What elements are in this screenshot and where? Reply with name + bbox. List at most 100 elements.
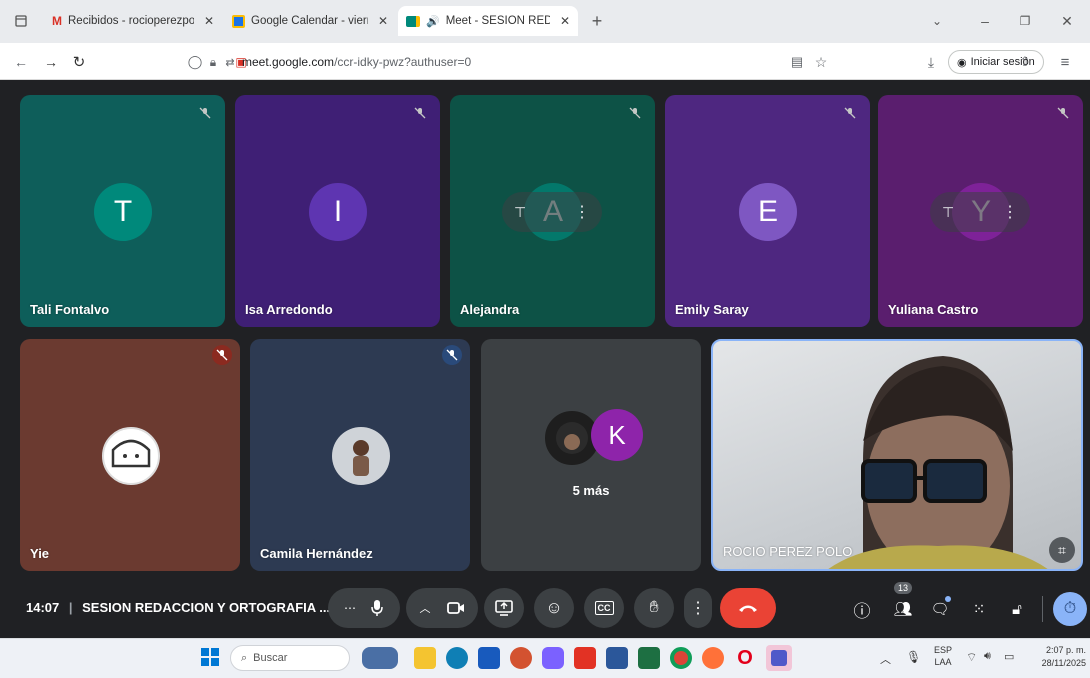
captions-button[interactable]: CC [584, 588, 624, 628]
participant-tile[interactable]: Camila Hernández [250, 339, 470, 571]
acrobat-icon[interactable] [574, 647, 596, 669]
more-options-button[interactable]: ⋮ [684, 588, 712, 628]
windows-start-icon[interactable] [200, 647, 222, 669]
more-options-icon[interactable]: ⋮ [574, 202, 590, 222]
meeting-details-button[interactable]: ⓘ [847, 594, 877, 624]
restore-icon[interactable]: ❐ [1010, 6, 1040, 36]
participant-tile[interactable]: Yie [20, 339, 240, 571]
store-icon[interactable] [606, 647, 628, 669]
back-icon[interactable]: ← [6, 47, 36, 77]
notification-dot [945, 596, 951, 602]
download-icon[interactable]: ⤓ [916, 47, 946, 77]
file-explorer-icon[interactable] [414, 647, 436, 669]
muted-mic-icon [410, 103, 430, 123]
menu-icon[interactable]: ≡ [1050, 47, 1080, 77]
close-tab-icon[interactable]: ✕ [204, 14, 214, 28]
signin-button[interactable]: ◉ Iniciar sesión [948, 50, 1044, 74]
tab-actions-icon[interactable] [6, 6, 36, 36]
muted-mic-icon [195, 103, 215, 123]
bookmark-star-icon[interactable]: ☆ [806, 47, 836, 77]
teams-icon[interactable] [766, 645, 792, 671]
copilot-icon[interactable] [542, 647, 564, 669]
wifi-icon[interactable]: ⌔ [966, 650, 977, 665]
timer-button[interactable]: ⏱︎ [1053, 592, 1087, 626]
participant-tile[interactable]: T Tali Fontalvo [20, 95, 225, 327]
tab-gmail[interactable]: M Recibidos - rocioperezpolo654’ ✕ [44, 6, 222, 36]
chat-button[interactable]: 🗨︎ [925, 594, 955, 624]
clock-date: 28/11/2025 [1041, 658, 1086, 668]
muted-mic-icon [1053, 103, 1073, 123]
participant-name: Camila Hernández [260, 546, 373, 561]
chevron-up-icon[interactable]: ︿ [880, 651, 891, 667]
camera-button[interactable]: ︿ [406, 588, 478, 628]
crop-icon[interactable]: ⌗ [1049, 537, 1075, 563]
tab-list-icon[interactable]: ⌄ [922, 6, 952, 36]
chat-icon: 🗨︎ [930, 601, 950, 618]
close-tab-icon[interactable]: ✕ [378, 14, 388, 28]
meeting-info: 14:07 | SESION REDACCION Y ORTOGRAFIA ..… [26, 600, 331, 615]
people-icon: 👥︎ [893, 601, 913, 618]
participant-tile[interactable]: Y ⊤ ⋮ Yuliana Castro [878, 95, 1083, 327]
raise-hand-button[interactable]: ✋︎ [634, 588, 674, 628]
more-participants-tile[interactable]: K 5 más [481, 339, 701, 571]
participant-name: Emily Saray [675, 302, 749, 317]
avatar: K [591, 409, 643, 461]
battery-icon[interactable]: ▭ [1004, 650, 1014, 663]
address-bar: ← → ↻ ◯ 🔒︎ ⇄ ▣ meet.google.com/ccr-idky-… [0, 43, 1090, 80]
people-button[interactable]: 👥︎ 13 [888, 582, 918, 624]
participant-name: Tali Fontalvo [30, 302, 110, 317]
host-controls-button[interactable]: 🔓︎ [1002, 594, 1032, 624]
more-participants-label: 5 más [572, 483, 610, 498]
hand-icon: ✋︎ [649, 599, 659, 616]
activities-button[interactable]: ⁙ [964, 594, 994, 624]
participant-tile[interactable]: I Isa Arredondo [235, 95, 440, 327]
minimize-icon[interactable]: – [970, 6, 1000, 36]
participant-tile[interactable]: E Emily Saray [665, 95, 870, 327]
powerpoint-icon[interactable] [510, 647, 532, 669]
avatar: I [309, 183, 367, 241]
close-tab-icon[interactable]: ✕ [560, 14, 570, 28]
language-indicator[interactable]: ESP LAA [934, 644, 952, 668]
excel-icon[interactable] [638, 647, 660, 669]
pin-icon[interactable]: ⊤ [514, 204, 526, 221]
reload-icon[interactable]: ↻ [64, 47, 94, 77]
mic-button[interactable]: ⋯ [328, 588, 400, 628]
leave-call-button[interactable] [720, 588, 776, 628]
more-options-icon[interactable]: ⋮ [1002, 202, 1018, 222]
tile-hover-controls[interactable]: ⊤ ⋮ [930, 192, 1030, 232]
muted-mic-icon [212, 345, 232, 365]
pin-icon[interactable]: ⊤ [942, 204, 954, 221]
forward-icon[interactable]: → [36, 47, 66, 77]
taskbar-search[interactable]: ⌕ Buscar [230, 645, 350, 671]
present-button[interactable] [484, 588, 524, 628]
tab-calendar[interactable]: Google Calendar - viernes, 28 d ✕ [224, 6, 396, 36]
participant-name: Alejandra [460, 302, 520, 317]
browser-tab-bar: M Recibidos - rocioperezpolo654’ ✕ Googl… [0, 0, 1090, 43]
opera-icon[interactable]: O [734, 647, 756, 669]
word-icon[interactable] [478, 647, 500, 669]
new-tab-icon[interactable]: + [582, 6, 612, 36]
volume-icon[interactable]: 🔊︎ [984, 650, 991, 663]
close-window-icon[interactable]: ✕ [1052, 6, 1082, 36]
tile-hover-controls[interactable]: ⊤ ⋮ [502, 192, 602, 232]
tab-meet[interactable]: 🔊 Meet - SESION REDACCION ✕ [398, 6, 578, 36]
widgets-icon[interactable] [362, 647, 398, 669]
firefox-icon[interactable] [702, 647, 724, 669]
profile-photo [102, 427, 160, 485]
tab-label: Meet - SESION REDACCION [445, 15, 550, 27]
chevron-up-icon: ︿ [419, 603, 431, 615]
self-video-tile[interactable]: ROCIO PEREZ POLO ⌗ [711, 339, 1083, 571]
microphone-tray-icon[interactable]: 🎙︎ [906, 650, 921, 664]
url-domain: meet.google.com [242, 55, 335, 69]
meet-icon [406, 15, 420, 27]
participant-name: Yie [30, 546, 50, 561]
self-video-frame [828, 356, 1048, 569]
chrome-icon[interactable] [670, 647, 692, 669]
url-field[interactable]: meet.google.com/ccr-idky-pwz?authuser=0 [242, 55, 471, 69]
signin-label: Iniciar sesión [970, 56, 1035, 68]
system-clock[interactable]: 2:07 p. m. 28/11/2025 [1030, 644, 1086, 670]
reactions-button[interactable]: ☺ [534, 588, 574, 628]
divider [1042, 596, 1043, 622]
edge-icon[interactable] [446, 647, 468, 669]
participant-tile[interactable]: A ⊤ ⋮ Alejandra [450, 95, 655, 327]
